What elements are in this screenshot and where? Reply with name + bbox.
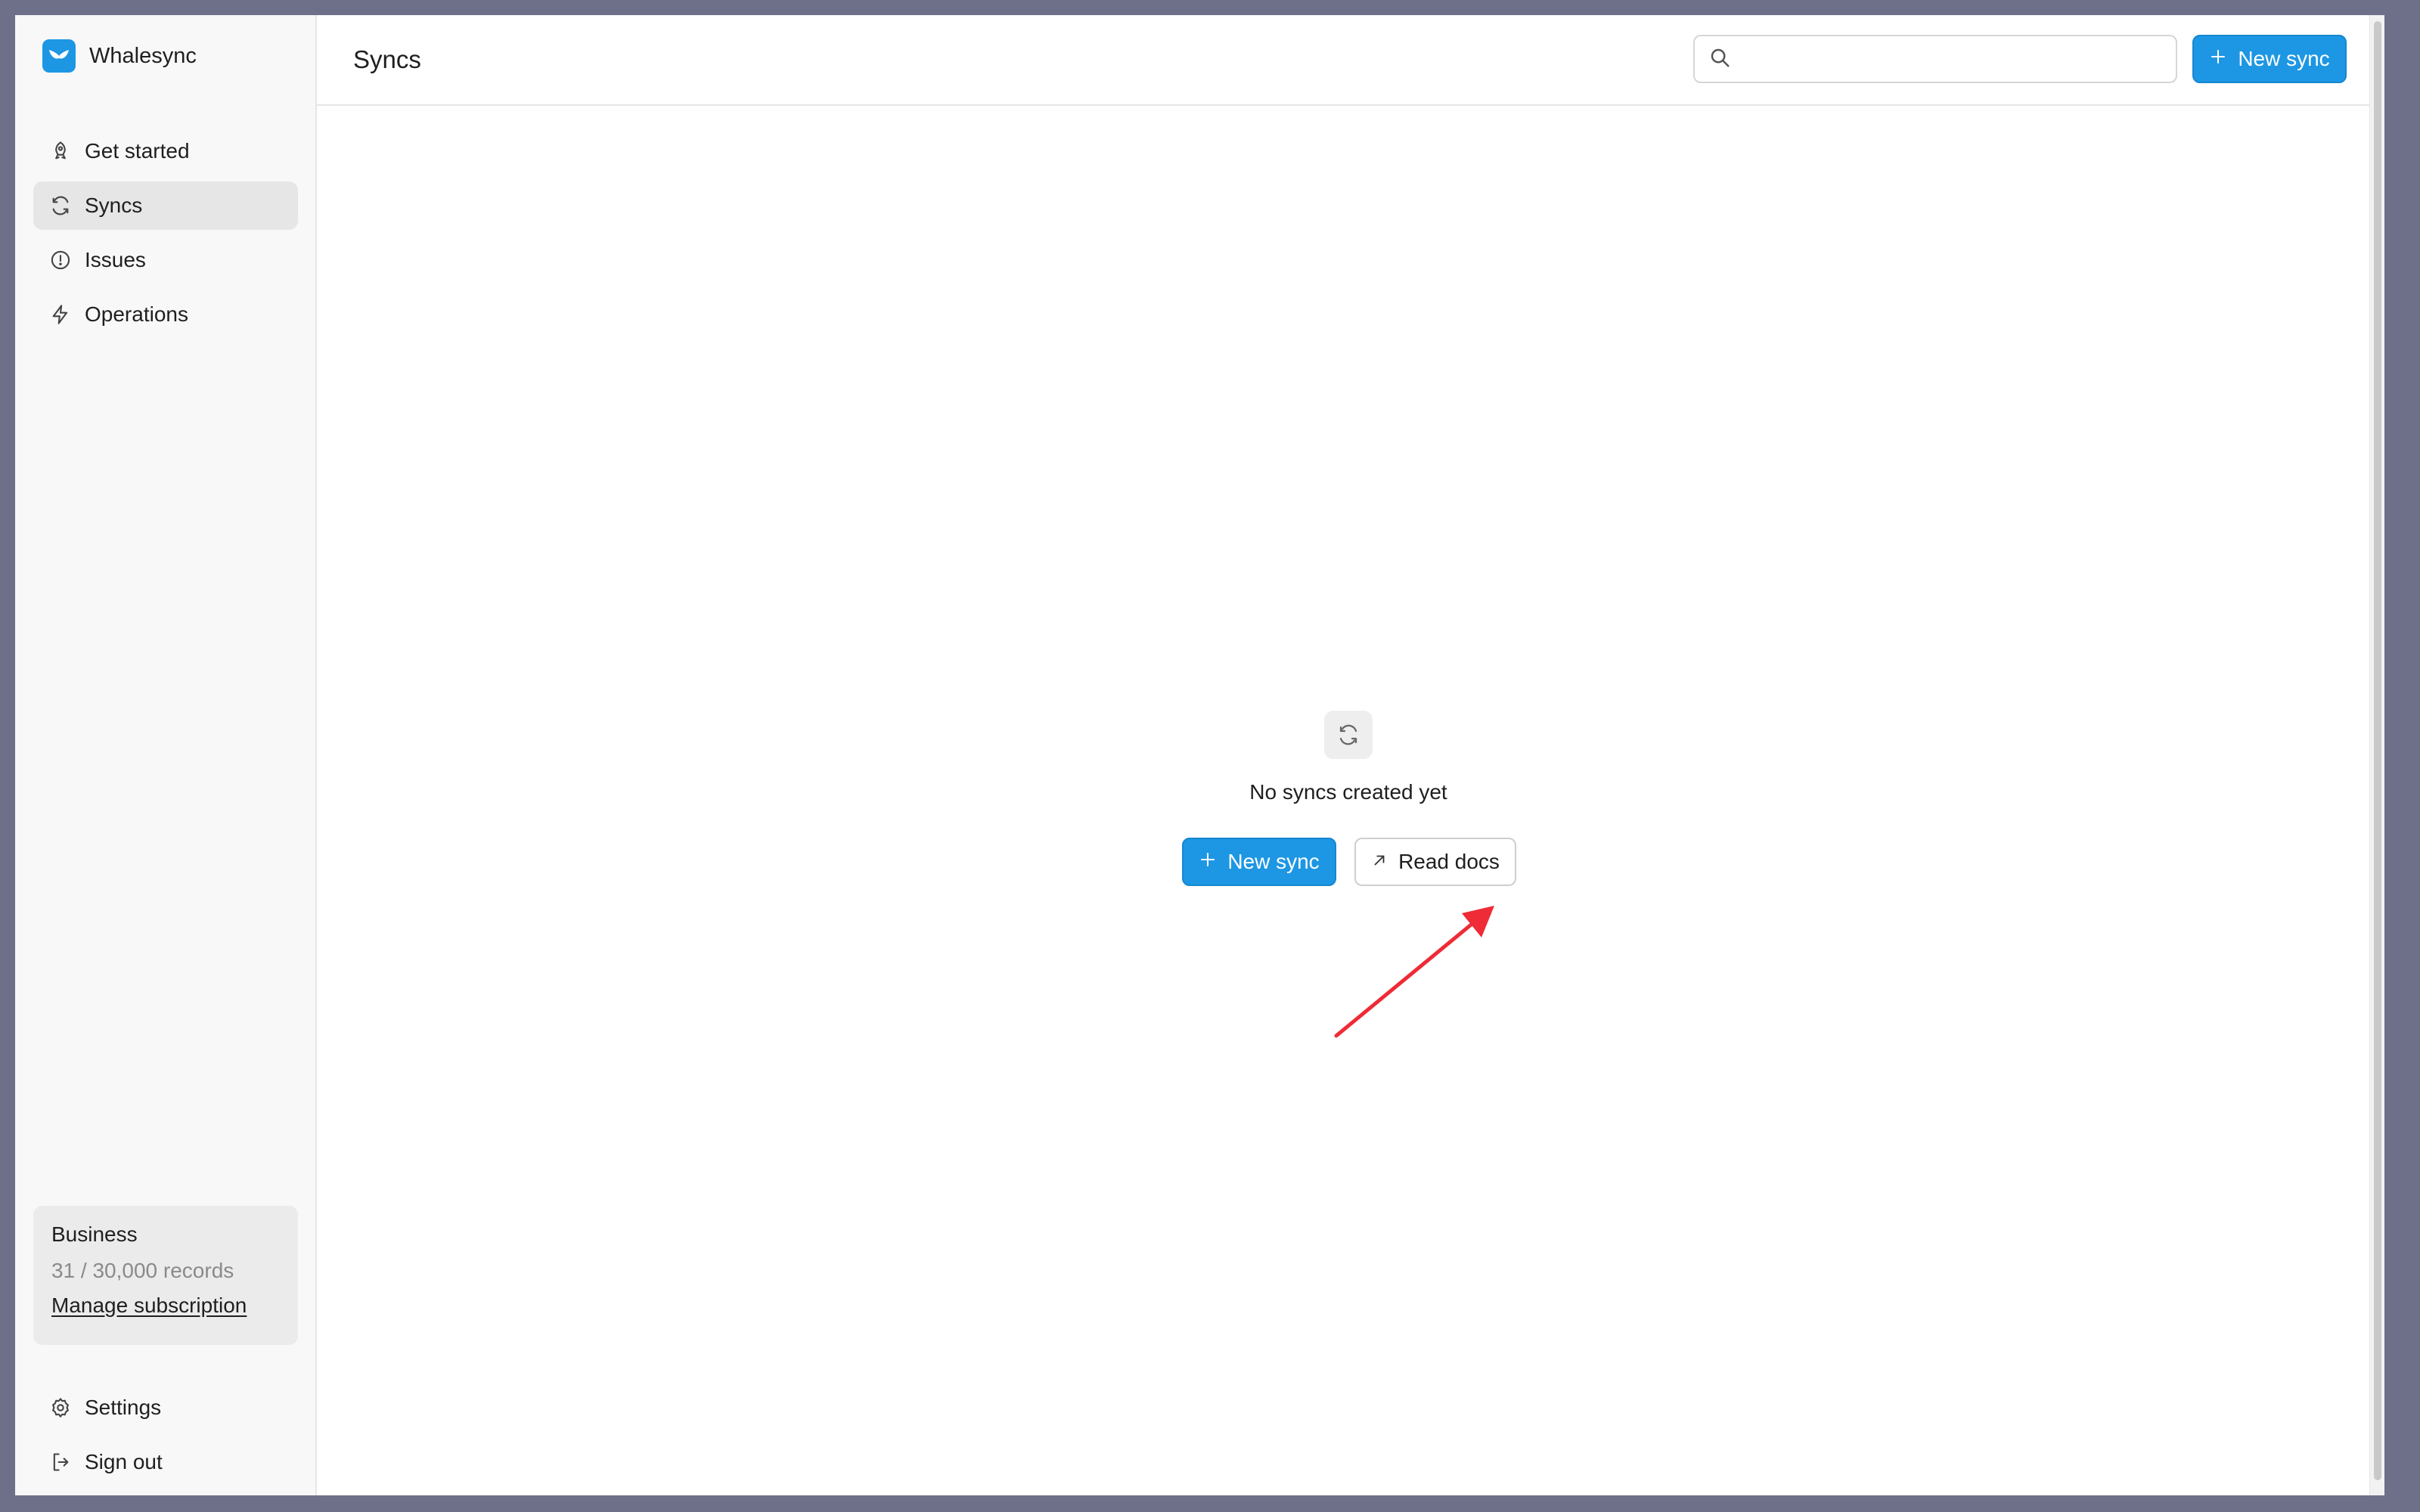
plus-icon	[2209, 47, 2227, 71]
new-sync-button[interactable]: New sync	[2192, 35, 2347, 83]
sidebar-item-issues[interactable]: Issues	[33, 236, 298, 284]
lightning-icon	[48, 302, 73, 327]
page-title: Syncs	[353, 45, 421, 73]
sidebar-bottom-nav: Settings Sign out	[33, 1383, 298, 1486]
scrollbar[interactable]	[2369, 15, 2384, 1495]
plan-name: Business	[51, 1222, 138, 1246]
whalesync-logo-icon	[42, 39, 76, 73]
page-header: Syncs New sync	[317, 15, 2384, 106]
gear-icon	[48, 1396, 73, 1420]
sidebar-item-label: Syncs	[85, 194, 143, 217]
sidebar: Whalesync Get started Syncs Issues Opera…	[15, 15, 317, 1495]
empty-state-message: No syncs created yet	[1249, 780, 1447, 804]
sidebar-item-get-started[interactable]: Get started	[33, 127, 298, 175]
sidebar-item-sign-out[interactable]: Sign out	[33, 1438, 298, 1486]
brand-name: Whalesync	[89, 43, 197, 68]
sidebar-item-label: Issues	[85, 248, 146, 271]
search-box[interactable]	[1693, 35, 2177, 83]
brand[interactable]: Whalesync	[42, 39, 197, 73]
empty-state-sync-icon	[1324, 711, 1373, 759]
read-docs-label: Read docs	[1398, 850, 1500, 873]
main-content: Syncs New sync No syncs created yet New …	[317, 15, 2384, 1495]
sidebar-item-settings[interactable]: Settings	[33, 1383, 298, 1432]
sidebar-nav: Get started Syncs Issues Operations	[33, 127, 298, 339]
scrollbar-thumb[interactable]	[2374, 21, 2381, 1480]
sidebar-item-label: Get started	[85, 139, 190, 163]
sidebar-item-label: Settings	[85, 1396, 162, 1419]
plan-usage: 31 / 30,000 records	[51, 1259, 234, 1282]
search-icon	[1708, 46, 1731, 73]
sidebar-item-label: Sign out	[85, 1450, 163, 1473]
sidebar-item-operations[interactable]: Operations	[33, 290, 298, 339]
sidebar-item-syncs[interactable]: Syncs	[33, 181, 298, 230]
manage-subscription-link[interactable]: Manage subscription	[51, 1294, 247, 1318]
sign-out-icon	[48, 1450, 73, 1474]
app-window: Whalesync Get started Syncs Issues Opera…	[15, 15, 2384, 1495]
new-sync-label: New sync	[1227, 850, 1320, 873]
sidebar-item-label: Operations	[85, 302, 188, 326]
rocket-icon	[48, 139, 73, 163]
new-sync-label: New sync	[2238, 47, 2330, 70]
external-link-icon	[1371, 850, 1388, 874]
alert-circle-icon	[48, 248, 73, 272]
sync-icon	[48, 194, 73, 218]
annotation-arrow	[1334, 906, 1494, 1038]
search-input[interactable]	[1742, 47, 2165, 71]
plan-card: Business 31 / 30,000 records Manage subs…	[33, 1206, 298, 1345]
plus-icon	[1199, 850, 1217, 874]
